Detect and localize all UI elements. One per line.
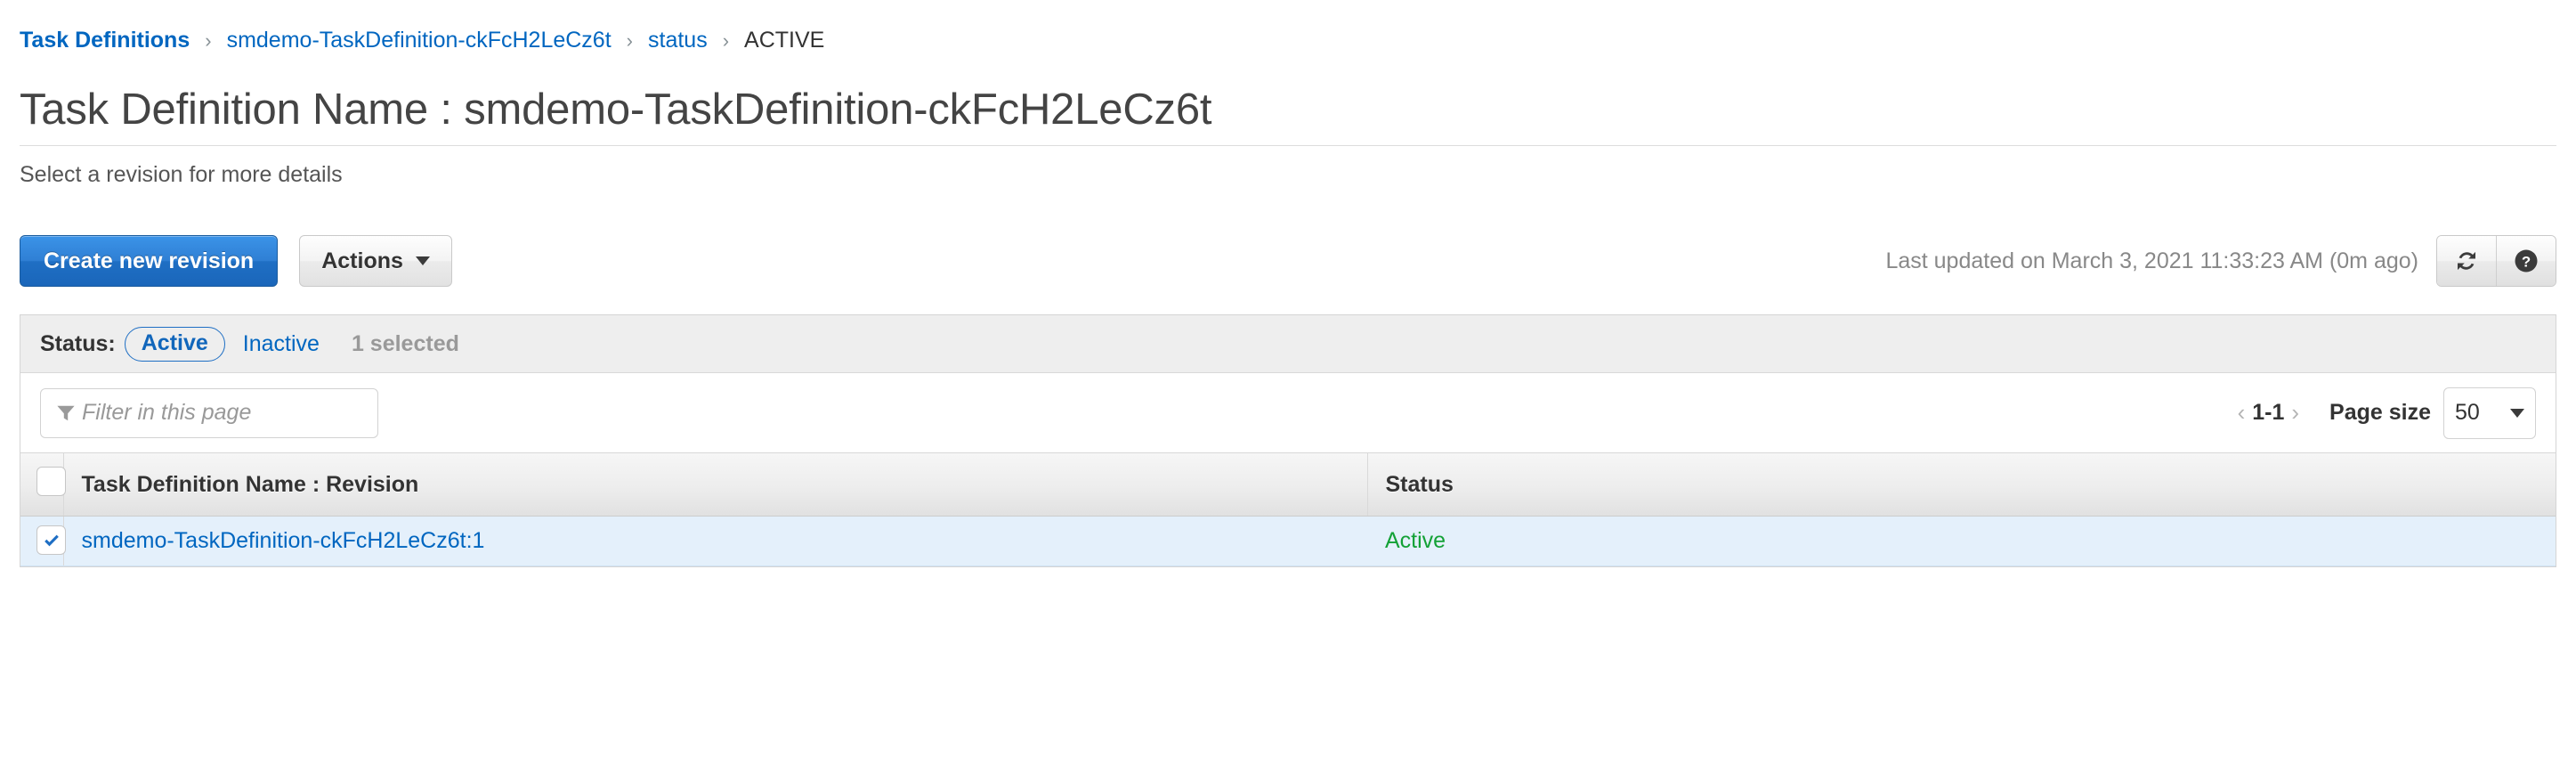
breadcrumb-item-status[interactable]: status [648, 29, 708, 52]
help-button[interactable]: ? [2496, 236, 2556, 287]
table-row[interactable]: smdemo-TaskDefinition-ckFcH2LeCz6t:1 Act… [20, 516, 2556, 566]
status-filter-bar: Status: Active Inactive 1 selected [20, 315, 2556, 374]
create-new-revision-button[interactable]: Create new revision [20, 235, 279, 288]
actions-dropdown-button[interactable]: Actions [299, 235, 452, 288]
task-definition-revision-link[interactable]: smdemo-TaskDefinition-ckFcH2LeCz6t:1 [82, 528, 485, 553]
svg-text:?: ? [2522, 254, 2531, 271]
filter-input-wrapper [40, 387, 378, 438]
column-header-status[interactable]: Status [1367, 453, 2556, 517]
revisions-panel: Status: Active Inactive 1 selected ‹ 1-1… [20, 314, 2556, 567]
page-subtitle: Select a revision for more details [20, 162, 343, 188]
refresh-icon [2458, 252, 2475, 271]
status-filter-active[interactable]: Active [124, 326, 225, 362]
help-icon: ? [2515, 249, 2538, 273]
table-head: Task Definition Name : Revision Status [20, 453, 2556, 517]
breadcrumb-separator-icon: › [626, 28, 633, 52]
breadcrumb-item-active: ACTIVE [744, 28, 825, 53]
page-size-label: Page size [2329, 400, 2431, 426]
breadcrumb-separator-icon: › [722, 28, 730, 52]
breadcrumb-item-task-definition-name[interactable]: smdemo-TaskDefinition-ckFcH2LeCz6t [227, 29, 612, 52]
filter-input[interactable] [40, 387, 378, 438]
status-filter-label: Status: [40, 330, 116, 356]
row-select-cell [20, 516, 66, 566]
breadcrumb-separator-icon: › [205, 28, 212, 52]
status-badge: Active [1385, 527, 1446, 553]
breadcrumb: Task Definitions › smdemo-TaskDefinition… [0, 0, 2576, 52]
table-body: smdemo-TaskDefinition-ckFcH2LeCz6t:1 Act… [20, 516, 2556, 566]
selected-count-text: 1 selected [351, 330, 459, 356]
row-checkbox[interactable] [36, 525, 66, 556]
pagination-controls: ‹ 1-1 › Page size 50 [2231, 386, 2536, 439]
select-all-checkbox[interactable] [36, 467, 66, 497]
page-header: Task Definition Name : smdemo-TaskDefini… [0, 85, 2576, 188]
row-status-cell: Active [1367, 516, 2556, 566]
status-filter-inactive[interactable]: Inactive [243, 331, 320, 357]
row-name-cell: smdemo-TaskDefinition-ckFcH2LeCz6t:1 [63, 516, 1367, 566]
column-header-name[interactable]: Task Definition Name : Revision [63, 453, 1368, 517]
refresh-button[interactable] [2437, 236, 2496, 287]
chevron-down-icon [415, 256, 430, 266]
page-size-select[interactable]: 50 [2443, 386, 2536, 439]
page-size-value: 50 [2455, 400, 2480, 426]
toolbar-icon-buttons: ? [2436, 235, 2556, 288]
revisions-table: Task Definition Name : Revision Status s… [20, 453, 2556, 566]
page-range-text: 1-1 [2252, 400, 2285, 426]
previous-page-icon[interactable]: ‹ [2231, 399, 2253, 427]
breadcrumb-item-task-definitions[interactable]: Task Definitions [20, 29, 190, 52]
last-updated-text: Last updated on March 3, 2021 11:33:23 A… [1885, 248, 2418, 273]
filter-bar: ‹ 1-1 › Page size 50 [20, 373, 2556, 454]
chevron-down-icon [2510, 408, 2524, 418]
action-toolbar: Create new revision Actions Last updated… [20, 234, 2556, 288]
actions-dropdown-label: Actions [321, 248, 403, 273]
table-header-row: Task Definition Name : Revision Status [20, 453, 2556, 517]
select-all-header [20, 453, 66, 517]
title-divider [20, 145, 2556, 147]
next-page-icon[interactable]: › [2284, 399, 2306, 427]
check-icon [44, 534, 59, 546]
page-title: Task Definition Name : smdemo-TaskDefini… [20, 85, 1212, 134]
